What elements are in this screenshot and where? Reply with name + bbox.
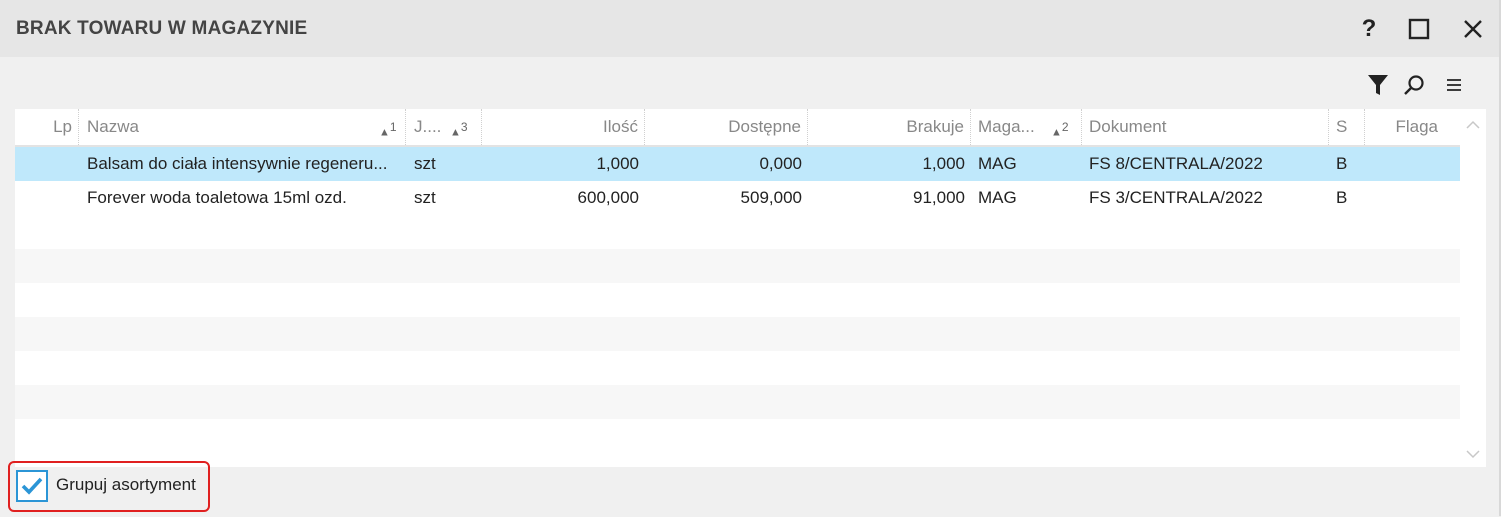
sort-asc-icon: ▲1 xyxy=(379,120,397,139)
scroll-down-button[interactable] xyxy=(1460,441,1486,467)
group-assortment-checkbox[interactable] xyxy=(16,470,48,502)
window-title: BRAK TOWARU W MAGAZYNIE xyxy=(16,18,308,39)
column-header-jm-label: J.... xyxy=(414,117,442,136)
cell-brakuje: 1,000 xyxy=(922,154,965,173)
empty-row xyxy=(15,215,1460,249)
menu-icon xyxy=(1447,79,1461,91)
column-header-brakuje[interactable]: Brakuje xyxy=(808,109,971,145)
sort-order-jm: 3 xyxy=(460,120,468,134)
cell-jm: szt xyxy=(414,154,436,173)
table-row[interactable]: Forever woda toaletowa 15ml ozd. szt 600… xyxy=(15,181,1460,215)
column-header-s[interactable]: S xyxy=(1329,109,1365,145)
group-assortment-label[interactable]: Grupuj asortyment xyxy=(56,475,196,495)
column-header-nazwa-label: Nazwa xyxy=(87,117,139,136)
empty-row xyxy=(15,419,1460,453)
column-header-dostepne[interactable]: Dostępne xyxy=(645,109,808,145)
filter-icon xyxy=(1368,75,1388,95)
sort-order-nazwa: 1 xyxy=(389,120,397,134)
cell-magazyn: MAG xyxy=(978,188,1017,207)
filter-button[interactable] xyxy=(1364,71,1392,99)
cell-brakuje: 91,000 xyxy=(913,188,965,207)
cell-nazwa: Balsam do ciała intensywnie regeneru... xyxy=(87,154,388,173)
cell-dokument: FS 3/CENTRALA/2022 xyxy=(1089,188,1263,207)
column-header-flaga[interactable]: Flaga xyxy=(1365,109,1460,145)
shortage-table[interactable]: Lp Nazwa ▲1 J.... ▲3 Ilość Dostępne Brak… xyxy=(15,109,1486,467)
close-button[interactable] xyxy=(1456,12,1490,46)
scroll-up-button[interactable] xyxy=(1460,111,1486,137)
cell-dostepne: 0,000 xyxy=(759,154,802,173)
column-header-lp[interactable]: Lp xyxy=(15,109,79,145)
dialog-window: BRAK TOWARU W MAGAZYNIE ? Lp Nazwa ▲1 J.… xyxy=(0,0,1501,516)
vertical-scrollbar[interactable] xyxy=(1460,109,1486,467)
cell-nazwa: Forever woda toaletowa 15ml ozd. xyxy=(87,188,347,207)
search-button[interactable] xyxy=(1400,71,1428,99)
table-header: Lp Nazwa ▲1 J.... ▲3 Ilość Dostępne Brak… xyxy=(15,109,1460,147)
column-header-magazyn-label: Maga... xyxy=(978,117,1035,136)
empty-row xyxy=(15,385,1460,419)
sort-order-magazyn: 2 xyxy=(1061,120,1069,134)
title-bar: BRAK TOWARU W MAGAZYNIE ? xyxy=(0,0,1499,57)
empty-row xyxy=(15,317,1460,351)
menu-button[interactable] xyxy=(1440,71,1468,99)
cell-ilosc: 600,000 xyxy=(577,188,639,207)
close-icon xyxy=(1464,20,1482,38)
group-assortment-option[interactable]: Grupuj asortyment xyxy=(8,461,210,512)
column-header-jm[interactable]: J.... ▲3 xyxy=(406,109,482,145)
cell-dokument: FS 8/CENTRALA/2022 xyxy=(1089,154,1263,173)
chevron-up-icon xyxy=(1466,120,1480,129)
column-header-ilosc[interactable]: Ilość xyxy=(482,109,645,145)
maximize-icon xyxy=(1408,18,1430,40)
column-header-magazyn[interactable]: Maga... ▲2 xyxy=(971,109,1082,145)
table-row-selected[interactable]: Balsam do ciała intensywnie regeneru... … xyxy=(15,147,1460,181)
search-icon xyxy=(1404,75,1424,95)
column-header-dokument[interactable]: Dokument xyxy=(1082,109,1329,145)
chevron-down-icon xyxy=(1466,449,1480,458)
help-button[interactable]: ? xyxy=(1352,12,1386,46)
maximize-button[interactable] xyxy=(1402,12,1436,46)
cell-s: B xyxy=(1336,154,1348,173)
cell-magazyn: MAG xyxy=(978,154,1017,173)
cell-ilosc: 1,000 xyxy=(596,154,639,173)
cell-jm: szt xyxy=(414,188,436,207)
empty-row xyxy=(15,249,1460,283)
cell-s: B xyxy=(1336,188,1348,207)
column-header-nazwa[interactable]: Nazwa ▲1 xyxy=(79,109,406,145)
checkmark-icon xyxy=(21,477,43,495)
empty-row xyxy=(15,351,1460,385)
sort-asc-icon: ▲3 xyxy=(450,120,468,139)
cell-dostepne: 509,000 xyxy=(740,188,802,207)
empty-row xyxy=(15,283,1460,317)
sort-asc-icon: ▲2 xyxy=(1051,120,1069,139)
